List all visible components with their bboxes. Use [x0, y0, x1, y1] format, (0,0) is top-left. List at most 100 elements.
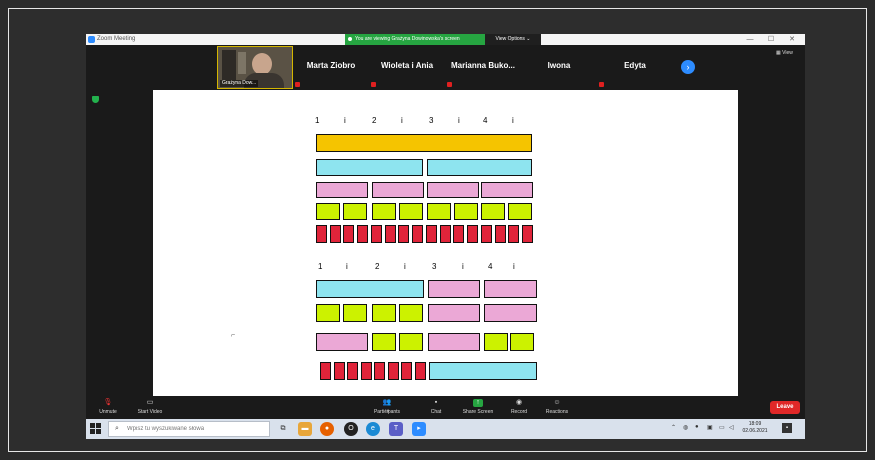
- count-label: 1: [315, 116, 320, 125]
- eighth-note-block: [484, 333, 508, 351]
- screen-share-banner: You are viewing Grażyna Dowinowska's scr…: [345, 34, 541, 45]
- sixteenth-note-block: [371, 225, 382, 243]
- eighth-note-block: [343, 304, 367, 322]
- count-label: 2: [372, 116, 377, 125]
- muted-mic-icon: [295, 82, 300, 87]
- windows-start-icon[interactable]: [90, 423, 102, 435]
- whole-note-block: [316, 134, 532, 152]
- quarter-note-block: [428, 304, 480, 322]
- search-input[interactable]: [127, 424, 265, 434]
- eighth-note-block: [316, 304, 340, 322]
- zoom-window: Zoom Meeting You are viewing Grażyna Dow…: [86, 34, 805, 439]
- tray-app-icon[interactable]: ▣: [707, 424, 713, 431]
- teams-icon[interactable]: T: [389, 422, 403, 436]
- record-button[interactable]: ◉ Record: [499, 396, 539, 419]
- self-video-tile[interactable]: Grażyna Dow...: [217, 46, 293, 89]
- tray-chevron-icon[interactable]: ⌃: [671, 424, 676, 431]
- participant-name: Marta Ziobro: [306, 61, 356, 70]
- count-label: 3: [429, 116, 434, 125]
- count-label: i: [512, 116, 514, 125]
- quarter-note-block: [428, 333, 480, 351]
- viewing-notice-text: You are viewing Grażyna Dowinowska's scr…: [355, 36, 460, 42]
- participant-name: Wioleta i Ania: [380, 61, 434, 70]
- notification-icon[interactable]: ▪: [782, 423, 792, 433]
- maximize-button[interactable]: ☐: [762, 34, 780, 45]
- participant-strip: Grażyna Dow... Marta Ziobro Wioleta i An…: [86, 45, 805, 90]
- sixteenth-note-block: [384, 225, 396, 243]
- unmute-button[interactable]: 🎙 Unmute: [88, 396, 128, 419]
- window-title: Zoom Meeting: [97, 36, 136, 42]
- edge-icon[interactable]: e: [366, 422, 380, 436]
- minimize-button[interactable]: —: [741, 34, 759, 45]
- sixteenth-note-block: [411, 225, 423, 243]
- opera-icon[interactable]: O: [344, 422, 358, 436]
- sixteenth-note-block: [439, 225, 451, 243]
- share-screen-button[interactable]: ↑ Share Screen: [458, 396, 498, 419]
- sixteenth-note-block: [426, 225, 437, 243]
- quarter-note-block: [316, 182, 368, 198]
- quarter-note-block: [481, 182, 533, 198]
- participant-tile[interactable]: Marianna Buko...: [445, 45, 521, 90]
- view-options-button[interactable]: View Options ⌄: [485, 34, 541, 45]
- quarter-note-block: [484, 280, 537, 298]
- start-video-button[interactable]: ▭ Start Video: [130, 396, 170, 419]
- sixteenth-note-block: [360, 362, 372, 380]
- mouse-cursor-icon: ⌐: [231, 332, 236, 339]
- muted-mic-icon: [599, 82, 604, 87]
- sixteenth-note-block: [316, 225, 327, 243]
- chat-button[interactable]: ▪ Chat: [416, 396, 456, 419]
- participants-label: Participants: [373, 409, 401, 415]
- reactions-label: Reactions: [545, 409, 569, 415]
- eighth-note-block: [372, 203, 396, 220]
- participants-button[interactable]: 👥14 Participants: [367, 396, 407, 419]
- reactions-button[interactable]: ☺ Reactions: [537, 396, 577, 419]
- participant-tile[interactable]: Edyta: [597, 45, 673, 90]
- sixteenth-note-block: [398, 225, 409, 243]
- sixteenth-note-block: [466, 225, 478, 243]
- file-explorer-icon[interactable]: ▬: [298, 422, 312, 436]
- participant-tile[interactable]: Iwona: [521, 45, 597, 90]
- smiley-icon: ☺: [553, 399, 561, 406]
- half-note-block: [316, 159, 423, 176]
- tray-app-icon[interactable]: ◍: [683, 424, 688, 431]
- shield-icon[interactable]: [92, 96, 99, 103]
- half-note-block: [427, 159, 532, 176]
- sixteenth-note-block: [508, 225, 519, 243]
- firefox-icon[interactable]: ●: [320, 422, 334, 436]
- volume-icon[interactable]: ◁: [729, 424, 734, 431]
- taskbar-clock[interactable]: 18:09 02.06.2021: [738, 421, 772, 435]
- count-label: i: [458, 116, 460, 125]
- count-label: i: [404, 262, 406, 271]
- count-label: i: [513, 262, 515, 271]
- tray-app-icon[interactable]: ●: [695, 424, 699, 430]
- sixteenth-note-block: [343, 225, 354, 243]
- muted-mic-icon: [371, 82, 376, 87]
- count-label: 3: [432, 262, 437, 271]
- share-screen-label: Share Screen: [462, 409, 494, 415]
- meeting-controls: 🎙 Unmute ▭ Start Video 👥14 Participants …: [86, 396, 805, 419]
- share-screen-icon: ↑: [473, 399, 483, 407]
- zoom-taskbar-icon[interactable]: ▸: [412, 422, 426, 436]
- count-label: i: [462, 262, 464, 271]
- sixteenth-note-block: [329, 225, 341, 243]
- view-button[interactable]: ▦ View: [776, 50, 793, 56]
- zoom-logo-icon: [88, 36, 95, 43]
- participant-tile[interactable]: Wioleta i Ania: [369, 45, 445, 90]
- task-view-icon[interactable]: ⧉: [276, 422, 290, 436]
- sixteenth-note-block: [521, 225, 533, 243]
- count-label: 2: [375, 262, 380, 271]
- network-icon[interactable]: ▭: [719, 424, 725, 431]
- person-head: [252, 53, 272, 75]
- chevron-right-icon[interactable]: ›: [681, 60, 695, 74]
- participant-name: Marianna Buko...: [450, 61, 515, 70]
- leave-button[interactable]: Leave: [770, 401, 800, 414]
- viewing-notice: You are viewing Grażyna Dowinowska's scr…: [345, 34, 485, 45]
- taskbar-search[interactable]: ⌕: [108, 421, 270, 437]
- clock-date: 02.06.2021: [742, 428, 768, 434]
- close-button[interactable]: ✕: [783, 34, 801, 45]
- sixteenth-note-block: [401, 362, 412, 380]
- record-icon: ◉: [515, 399, 523, 406]
- eighth-note-block: [481, 203, 505, 220]
- half-note-block: [429, 362, 537, 380]
- participant-tile[interactable]: Marta Ziobro: [293, 45, 369, 90]
